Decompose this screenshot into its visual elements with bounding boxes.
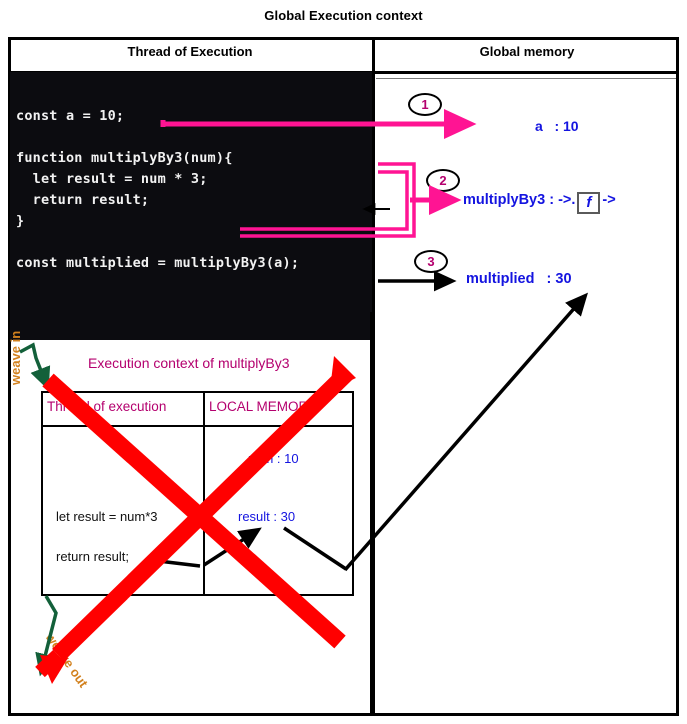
execution-context-header-rule (41, 425, 354, 427)
code-text: const a = 10; function multiplyBy3(num){… (16, 108, 300, 271)
callstack-vertical-line (370, 312, 374, 716)
code-block: const a = 10; function multiplyBy3(num){… (10, 72, 372, 340)
execution-context-memory-header: LOCAL MEMORY (209, 399, 318, 414)
execution-context-thread-header: Thread of execution (47, 399, 167, 414)
local-memory-entry-result: result : 30 (238, 509, 296, 524)
local-memory-entry-num: num : 10 (248, 451, 299, 466)
step-marker-2: 2 (426, 169, 460, 192)
memory-entry-a: a : 10 (535, 118, 579, 134)
execution-context-box (41, 391, 354, 596)
column-header-thread-of-execution: Thread of Execution (127, 44, 253, 59)
execution-context-thread-line-2: return result; (56, 549, 129, 564)
memory-entry-multiplied: multiplied : 30 (466, 271, 572, 287)
memory-entry-multiplyby3: multiplyBy3 : ->. f -> (463, 192, 616, 214)
memory-entry-multiplyby3-label: multiplyBy3 : ->. (463, 192, 576, 208)
page-title: Global Execution context (264, 8, 423, 23)
column-header-global-memory: Global memory (479, 44, 575, 59)
weave-in-label: weave in (8, 330, 23, 385)
global-memory-thin-rule (376, 78, 676, 79)
execution-context-title: Execution context of multiplyBy3 (88, 355, 290, 371)
execution-context-thread-line-1: let result = num*3 (56, 509, 158, 524)
function-f-box: f (577, 192, 601, 214)
step-marker-3: 3 (414, 250, 448, 273)
step-marker-1: 1 (408, 93, 442, 116)
diagram-canvas: Global Execution context Thread of Execu… (0, 0, 687, 724)
memory-entry-multiplyby3-tail: -> (602, 192, 616, 208)
execution-context-column-divider (203, 391, 205, 596)
